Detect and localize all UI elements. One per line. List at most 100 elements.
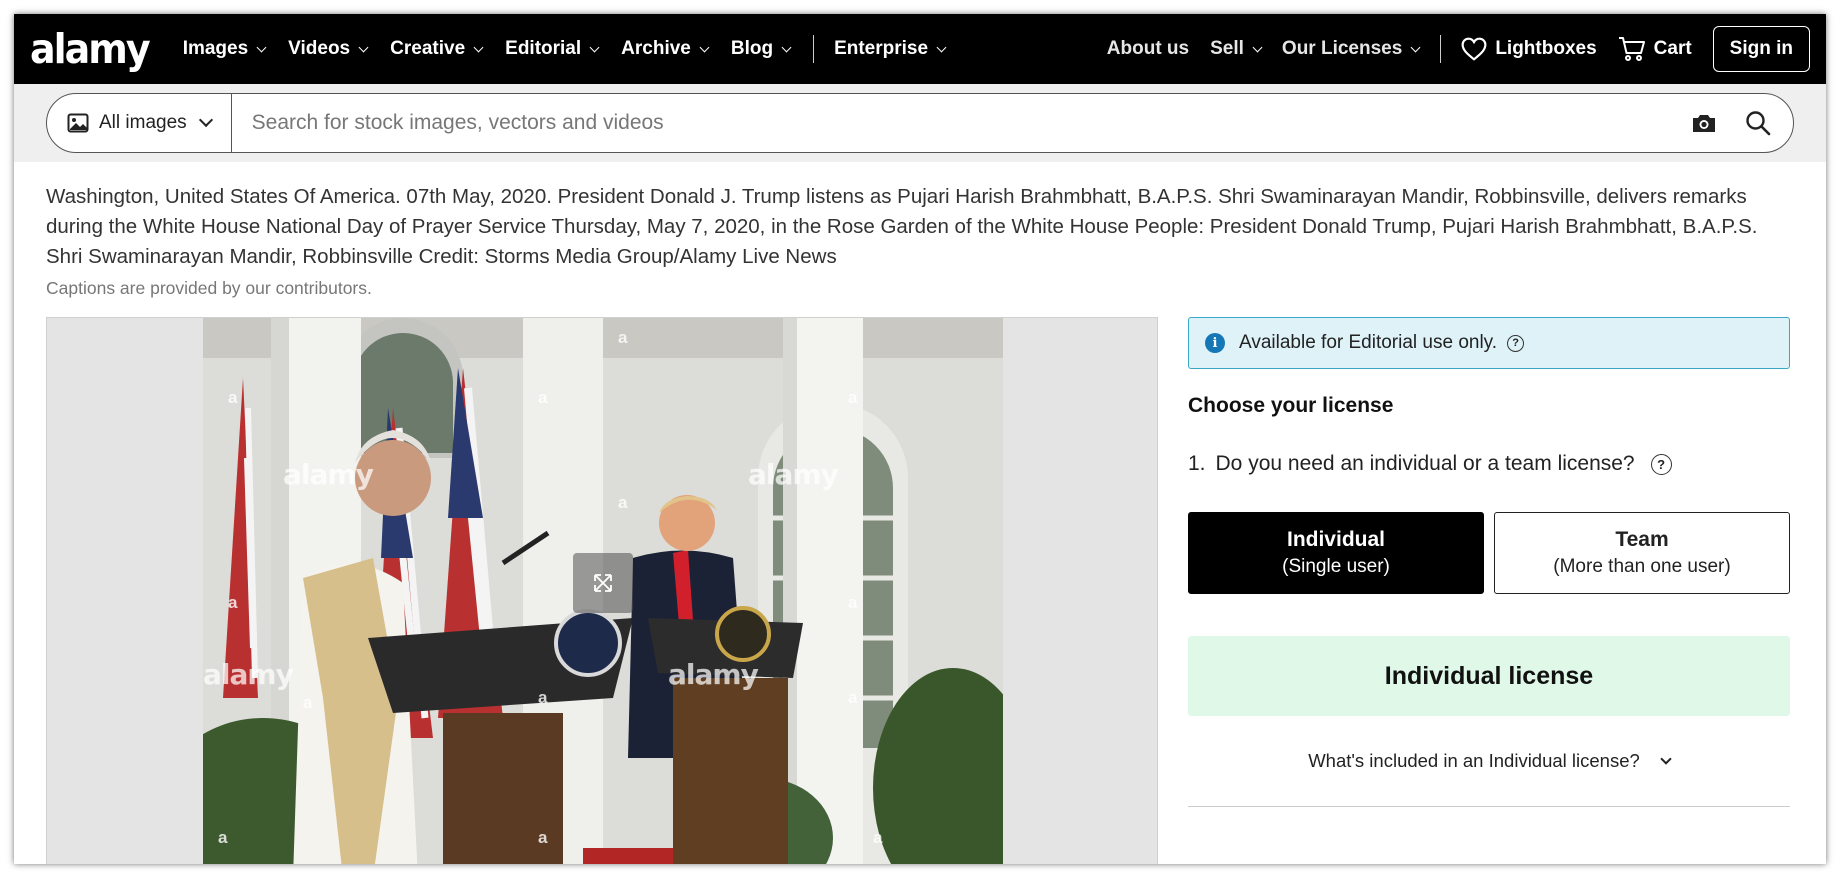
option-title: Individual <box>1286 528 1385 551</box>
option-subtitle: (More than one user) <box>1553 556 1731 577</box>
camera-icon <box>1693 115 1715 132</box>
image-icon <box>67 113 89 133</box>
help-icon[interactable]: ? <box>1507 334 1525 352</box>
search-scope-dropdown[interactable]: All images <box>47 94 232 152</box>
watermark-letter: a <box>303 693 313 712</box>
individual-option-button[interactable]: Individual (Single user) <box>1188 512 1484 594</box>
nav-videos-label: Videos <box>288 38 351 59</box>
nav-divider <box>813 35 815 63</box>
camera-search-button[interactable] <box>1691 112 1717 134</box>
nav-enterprise-label: Enterprise <box>834 38 929 59</box>
nav-videos[interactable]: Videos <box>288 38 369 60</box>
heart-icon <box>1461 37 1487 61</box>
watermark-letter: a <box>848 688 858 707</box>
chevron-down-icon <box>936 42 947 52</box>
nav-editorial[interactable]: Editorial <box>505 38 600 60</box>
option-title: Team <box>1615 528 1669 551</box>
help-icon[interactable]: ? <box>1650 453 1672 475</box>
chevron-down-icon <box>358 42 369 52</box>
whats-included-toggle[interactable]: What's included in an Individual license… <box>1188 750 1790 772</box>
watermark: alamy <box>203 658 294 691</box>
watermark-letter: a <box>538 828 548 847</box>
watermark: alamy <box>283 458 374 491</box>
nav-archive-label: Archive <box>621 38 691 59</box>
caption-note: Captions are provided by our contributor… <box>46 278 372 298</box>
watermark-letter: a <box>618 328 628 347</box>
question-number: 1. <box>1188 452 1206 475</box>
watermark-letter: a <box>228 593 238 612</box>
image-caption: Washington, United States Of America. 07… <box>46 185 1758 268</box>
nav-images[interactable]: Images <box>182 38 267 60</box>
nav-creative[interactable]: Creative <box>390 38 484 60</box>
nav-about-us-label: About us <box>1106 38 1190 59</box>
nav-enterprise[interactable]: Enterprise <box>834 38 947 60</box>
stock-photo[interactable]: alamy alamy alamy alamy a a a a a a a a … <box>203 318 1003 864</box>
choose-license-heading: Choose your license <box>1188 394 1394 417</box>
zoom-button[interactable] <box>573 553 633 613</box>
nav-sell[interactable]: Sell <box>1210 38 1263 60</box>
watermark-letter: a <box>873 828 883 847</box>
nav-blog-label: Blog <box>730 38 774 59</box>
editorial-notice: i Available for Editorial use only. ? <box>1188 317 1790 369</box>
divider <box>1188 806 1790 807</box>
alamy-logo[interactable]: alamy <box>30 28 151 69</box>
nav-archive[interactable]: Archive <box>621 38 710 60</box>
expand-icon <box>594 574 612 592</box>
top-navigation: alamy Images Videos Creative Editorial A… <box>14 14 1826 84</box>
question-text: Do you need an individual or a team lice… <box>1215 452 1635 475</box>
cart-icon <box>1618 37 1645 61</box>
search-input[interactable] <box>231 111 1663 135</box>
editorial-notice-text: Available for Editorial use only. <box>1239 332 1498 353</box>
chevron-down-icon <box>781 42 792 52</box>
main-content: alamy alamy alamy alamy a a a a a a a a … <box>14 299 1826 864</box>
watermark-letter: a <box>538 388 548 407</box>
search-bar: All images <box>46 93 1794 153</box>
browser-page: alamy Images Videos Creative Editorial A… <box>14 14 1826 864</box>
watermark: alamy <box>748 458 839 491</box>
chevron-down-icon <box>198 112 213 128</box>
selected-license-banner: Individual license <box>1188 636 1790 716</box>
nav-sell-label: Sell <box>1210 38 1244 59</box>
search-actions <box>1663 110 1793 136</box>
watermark-letter: a <box>538 688 548 707</box>
cart-link[interactable]: Cart <box>1618 36 1692 62</box>
lightboxes-link[interactable]: Lightboxes <box>1461 37 1597 61</box>
nav-about-us[interactable]: About us <box>1107 38 1189 60</box>
info-icon: i <box>1205 333 1225 353</box>
chevron-down-icon <box>473 42 484 52</box>
nav-our-licenses[interactable]: Our Licenses <box>1281 38 1421 60</box>
license-type-options: Individual (Single user) Team (More than… <box>1188 512 1790 594</box>
team-option-button[interactable]: Team (More than one user) <box>1494 512 1790 594</box>
nav-our-licenses-label: Our Licenses <box>1281 38 1403 59</box>
search-section: All images <box>14 84 1826 162</box>
search-icon <box>1746 111 1771 136</box>
watermark-letter: a <box>848 388 858 407</box>
chevron-down-icon <box>1410 42 1421 52</box>
watermark-letter: a <box>848 593 858 612</box>
nav-editorial-label: Editorial <box>505 38 582 59</box>
nav-divider <box>1440 35 1442 63</box>
chevron-down-icon <box>256 42 267 52</box>
nav-right-group: About us Sell Our Licenses Lightboxes Ca… <box>1107 26 1810 72</box>
chevron-down-icon <box>1660 752 1672 765</box>
image-viewer: alamy alamy alamy alamy a a a a a a a a … <box>46 317 1158 864</box>
nav-images-label: Images <box>182 38 249 59</box>
watermark-letter: a <box>218 828 228 847</box>
chevron-down-icon <box>699 42 710 52</box>
whats-included-label: What's included in an Individual license… <box>1308 750 1640 771</box>
search-button[interactable] <box>1745 110 1771 136</box>
chevron-down-icon <box>1252 42 1263 52</box>
sign-in-button[interactable]: Sign in <box>1712 26 1810 72</box>
search-scope-label: All images <box>99 112 187 133</box>
watermark-letter: a <box>228 388 238 407</box>
license-panel: i Available for Editorial use only. ? Ch… <box>1188 317 1790 864</box>
option-subtitle: (Single user) <box>1282 556 1390 577</box>
watermark-letter: a <box>618 493 628 512</box>
license-type-question: 1. Do you need an individual or a team l… <box>1188 452 1790 476</box>
nav-creative-label: Creative <box>390 38 466 59</box>
nav-blog[interactable]: Blog <box>730 38 792 60</box>
chevron-down-icon <box>589 42 600 52</box>
watermark: alamy <box>668 658 759 691</box>
lightboxes-label: Lightboxes <box>1495 38 1597 59</box>
cart-label: Cart <box>1653 38 1692 59</box>
